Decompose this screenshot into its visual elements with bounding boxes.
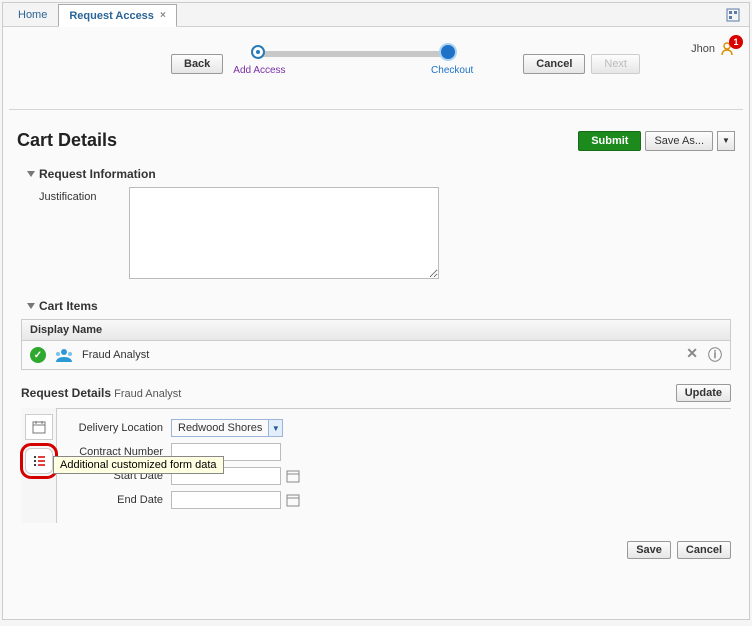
wizard-progress: Add Access Checkout <box>253 39 453 89</box>
save-button[interactable]: Save <box>627 541 671 559</box>
section-request-information-label: Request Information <box>39 167 156 181</box>
user-name: Jhon <box>691 43 715 55</box>
justification-input[interactable] <box>129 187 439 279</box>
delivery-location-label: Delivery Location <box>71 422 171 434</box>
check-icon: ✓ <box>30 347 46 363</box>
end-date-label: End Date <box>71 494 171 506</box>
save-as-dropdown[interactable]: ▼ <box>717 131 735 151</box>
request-details-subject: Fraud Analyst <box>114 388 181 400</box>
section-cart-items-label: Cart Items <box>39 299 98 313</box>
info-icon[interactable]: ⓘ <box>708 345 722 365</box>
list-icon <box>32 454 46 468</box>
disclosure-icon <box>27 171 35 177</box>
back-button[interactable]: Back <box>171 54 223 74</box>
user-menu[interactable]: Jhon 1 <box>691 41 735 57</box>
cancel-button[interactable]: Cancel <box>523 54 585 74</box>
calendar-icon[interactable] <box>285 468 301 484</box>
save-as-button[interactable]: Save As... <box>645 131 713 151</box>
calendar-icon[interactable] <box>285 492 301 508</box>
role-icon <box>54 347 74 363</box>
notification-badge: 1 <box>729 35 743 49</box>
col-display-name: Display Name <box>22 320 730 341</box>
tab-home[interactable]: Home <box>7 3 58 26</box>
tab-request-access-label: Request Access <box>69 10 154 22</box>
chevron-down-icon: ▼ <box>722 136 730 145</box>
close-icon[interactable]: × <box>160 10 166 21</box>
chevron-down-icon[interactable]: ▼ <box>268 420 282 436</box>
cancel-button-footer[interactable]: Cancel <box>677 541 731 559</box>
row-display-name: Fraud Analyst <box>82 349 149 361</box>
remove-icon[interactable]: ✕ <box>686 345 698 365</box>
delivery-location-value: Redwood Shores <box>172 422 268 434</box>
cart-items-table: Display Name ✓ Fraud Analyst ✕ ⓘ <box>21 319 731 370</box>
end-date-input[interactable] <box>171 491 281 509</box>
tooltip: Additional customized form data <box>53 456 224 474</box>
calendar-icon <box>32 420 46 434</box>
page-title: Cart Details <box>17 130 117 151</box>
request-details-label: Request Details <box>21 386 111 400</box>
next-button: Next <box>591 54 640 74</box>
table-row[interactable]: ✓ Fraud Analyst ✕ ⓘ <box>22 341 730 369</box>
section-cart-items[interactable]: Cart Items <box>27 299 735 313</box>
disclosure-icon <box>27 303 35 309</box>
justification-label: Justification <box>39 187 129 203</box>
step-checkout-node[interactable] <box>441 45 455 59</box>
step-checkout-label: Checkout <box>431 65 473 76</box>
vtab-additional-form[interactable] <box>25 448 53 474</box>
section-request-information[interactable]: Request Information <box>27 167 735 181</box>
update-button[interactable]: Update <box>676 384 731 402</box>
app-switcher-icon[interactable] <box>725 7 741 23</box>
vtab-schedule[interactable] <box>25 414 53 440</box>
delivery-location-select[interactable]: Redwood Shores ▼ <box>171 419 283 437</box>
submit-button[interactable]: Submit <box>578 131 641 151</box>
step-add-access-label: Add Access <box>233 65 285 76</box>
user-icon: 1 <box>719 41 735 57</box>
tab-request-access[interactable]: Request Access × <box>58 4 176 27</box>
